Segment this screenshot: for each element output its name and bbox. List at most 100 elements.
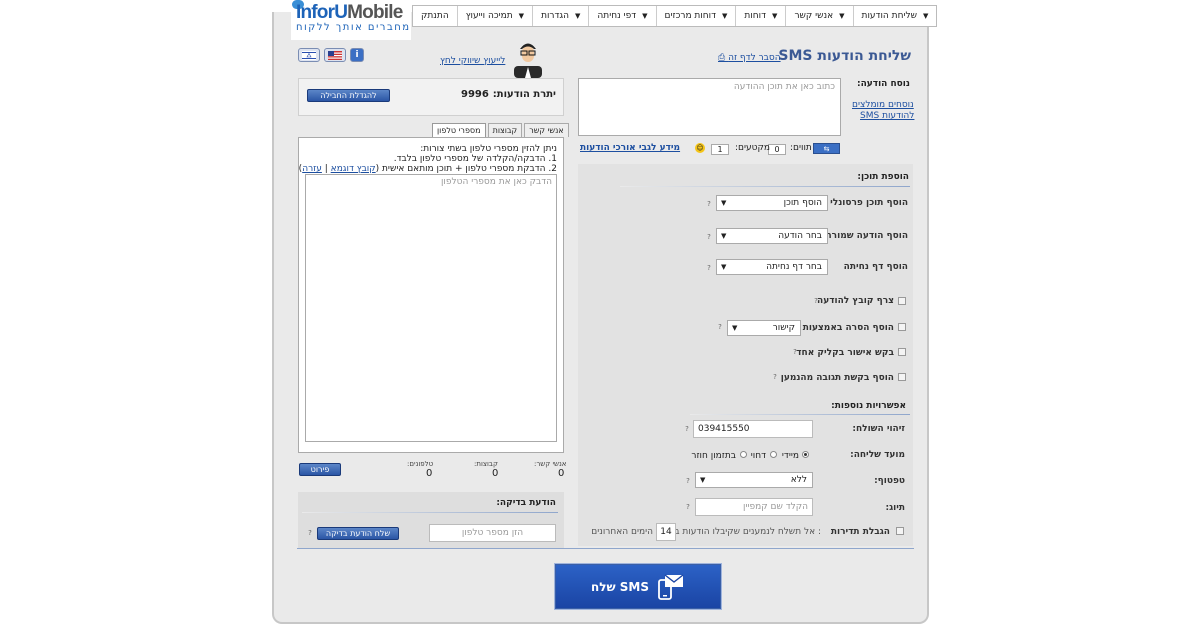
- saved-message-select[interactable]: בחר הודעה ▼: [716, 228, 828, 244]
- send-recurring-label: בתזמון חוזר: [691, 451, 736, 461]
- tag-label: תיוג:: [885, 503, 905, 513]
- response-request-checkbox[interactable]: [898, 373, 906, 381]
- phone-numbers-placeholder: הדבק כאן את מספרי הטלפון: [440, 177, 552, 187]
- frequency-days-input[interactable]: 14: [656, 523, 676, 541]
- dropdown-arrow-icon: ▼: [721, 199, 727, 207]
- flag-usa-icon[interactable]: [324, 48, 346, 62]
- landing-page-select[interactable]: בחר דף נחיתה ▼: [716, 259, 828, 275]
- nav-settings[interactable]: הגדרות ▼: [532, 6, 589, 26]
- one-click-confirm-label: בקש אישור בקליק אחד: [796, 348, 894, 358]
- chars-label: תווים:: [790, 143, 812, 153]
- groups-count-label: קבוצות:: [474, 460, 498, 468]
- sample-file-link[interactable]: קובץ דוגמא: [331, 164, 376, 174]
- info-icon[interactable]: i: [350, 48, 364, 62]
- inforu-logo[interactable]: InforUMobile מחברים אותך ללקוח: [291, 0, 411, 40]
- nav-label: הגדרות: [541, 11, 570, 21]
- sender-id-input[interactable]: 039415550: [693, 420, 813, 438]
- info-glyph: i: [355, 50, 359, 60]
- details-button[interactable]: פירוט: [299, 463, 341, 476]
- chevron-down-icon: ▼: [642, 12, 648, 20]
- frequency-limit-checkbox[interactable]: [896, 527, 904, 535]
- nav-landing-pages[interactable]: דפי נחיתה ▼: [588, 6, 656, 26]
- sender-id-label: זיהוי השולח:: [852, 424, 905, 434]
- nav-reports[interactable]: דוחות ▼: [735, 6, 786, 26]
- help-icon[interactable]: ?: [771, 373, 779, 381]
- help-icon[interactable]: ?: [716, 323, 724, 331]
- recipient-tabs: אנשי קשר קבוצות מספרי טלפון: [432, 123, 569, 137]
- smiley-icon[interactable]: ☺: [695, 143, 705, 153]
- help-icon[interactable]: ?: [705, 264, 713, 272]
- phone-numbers-textarea[interactable]: הדבק כאן את מספרי הטלפון: [305, 174, 557, 442]
- frequency-limit-label: הגבלת תדירות: [830, 527, 890, 537]
- help-icon[interactable]: ?: [306, 529, 314, 537]
- test-message-title: הודעת בדיקה:: [496, 498, 556, 508]
- page-help-link[interactable]: ⎙ הסבר לדף זה: [718, 53, 781, 63]
- drip-select[interactable]: ללא ▼: [695, 472, 813, 488]
- help-icon[interactable]: ?: [705, 233, 713, 241]
- section-divider: [302, 512, 558, 513]
- message-length-info-link[interactable]: מידע לגבי אורכי הודעות: [580, 143, 680, 153]
- select-value: בחר דף נחיתה: [766, 262, 822, 272]
- send-now-radio[interactable]: [802, 451, 809, 458]
- send-test-button[interactable]: שלח הודעת בדיקה: [317, 527, 399, 540]
- segments-label: מקטעים:: [735, 143, 770, 153]
- select-value: הוסף תוכן: [783, 198, 822, 208]
- phones-count: 0: [426, 468, 433, 479]
- help-icon[interactable]: ?: [705, 200, 713, 208]
- segments-count: 1: [711, 144, 729, 155]
- logo-text-a: InforU: [296, 2, 348, 23]
- response-request-label: הוסף בקשת תגובה מהנמען: [780, 373, 894, 383]
- help-icon[interactable]: ?: [683, 425, 691, 433]
- section-divider: [620, 186, 910, 187]
- test-phone-input[interactable]: הזן מספר טלפון: [429, 524, 556, 542]
- nav-summary-reports[interactable]: דוחות מרכזים ▼: [655, 6, 736, 26]
- optout-checkbox[interactable]: [898, 323, 906, 331]
- consult-link[interactable]: לייעוץ שיווקי לחץ: [440, 56, 505, 66]
- personal-content-select[interactable]: הוסף תוכן ▼: [716, 195, 828, 211]
- tab-contacts[interactable]: אנשי קשר: [524, 123, 569, 137]
- dropdown-arrow-icon: ▼: [721, 263, 727, 271]
- send-sms-label: שלח SMS: [590, 579, 649, 594]
- help-icon[interactable]: ?: [684, 477, 692, 485]
- help-icon[interactable]: ?: [791, 348, 799, 356]
- nav-logout[interactable]: התנתק: [413, 6, 457, 26]
- recommended-texts-link[interactable]: נוסחים מומלצים: [852, 100, 914, 110]
- page-help-label: הסבר לדף זה: [728, 53, 781, 63]
- help-icon[interactable]: ?: [684, 503, 692, 511]
- one-click-confirm-checkbox[interactable]: [898, 348, 906, 356]
- logo-text-b: Mobile: [347, 2, 403, 23]
- text-direction-icon[interactable]: ⇆: [813, 143, 840, 154]
- send-recurring-radio[interactable]: [740, 451, 747, 458]
- tab-phone-numbers[interactable]: מספרי טלפון: [432, 123, 486, 137]
- phones-instruction-2-text: 2. הדבקת מספרי טלפון + תוכן מותאם אישית …: [375, 164, 557, 174]
- phones-help-link[interactable]: עזרה: [302, 164, 322, 174]
- campaign-tag-input[interactable]: הקלד שם קמפיין: [695, 498, 813, 516]
- frequency-limit-suffix: הימים האחרונים: [591, 527, 653, 537]
- chevron-down-icon: ▼: [772, 12, 778, 20]
- frequency-limit-text: : אל תשלח לנמענים שקיבלו הודעות ב-: [671, 527, 821, 537]
- tab-groups[interactable]: קבוצות: [487, 123, 523, 137]
- flag-israel-icon[interactable]: [298, 48, 320, 62]
- dropdown-arrow-icon: ▼: [732, 324, 738, 332]
- upgrade-package-button[interactable]: להגדלת החבילה: [307, 89, 390, 102]
- select-value: ללא: [790, 475, 807, 485]
- send-sms-button[interactable]: שלח SMS: [554, 563, 722, 610]
- nav-send-messages[interactable]: שליחת הודעות ▼: [852, 6, 937, 26]
- attach-file-label: צרף קובץ להודעה: [817, 296, 894, 306]
- contacts-count: 0: [558, 468, 565, 479]
- message-placeholder: כתוב כאן את תוכן ההודעה: [733, 82, 835, 92]
- nav-label: דוחות מרכזים: [664, 11, 717, 21]
- send-delayed-radio[interactable]: [770, 451, 777, 458]
- credits-label: יתרת הודעות:: [492, 89, 556, 100]
- recommended-texts-link-2[interactable]: להודעות SMS: [860, 111, 914, 121]
- attach-file-checkbox[interactable]: [898, 297, 906, 305]
- help-icon[interactable]: ?: [812, 297, 820, 305]
- nav-support[interactable]: תמיכה וייעוץ ▼: [456, 6, 533, 26]
- nav-label: אנשי קשר: [794, 11, 834, 21]
- nav-label: התנתק: [421, 11, 449, 21]
- nav-contacts[interactable]: אנשי קשר ▼: [785, 6, 853, 26]
- optout-method-select[interactable]: קישור ▼: [727, 320, 801, 336]
- message-textarea[interactable]: כתוב כאן את תוכן ההודעה: [578, 78, 841, 136]
- credits-value: 9996: [461, 89, 489, 100]
- chevron-down-icon: ▼: [722, 12, 728, 20]
